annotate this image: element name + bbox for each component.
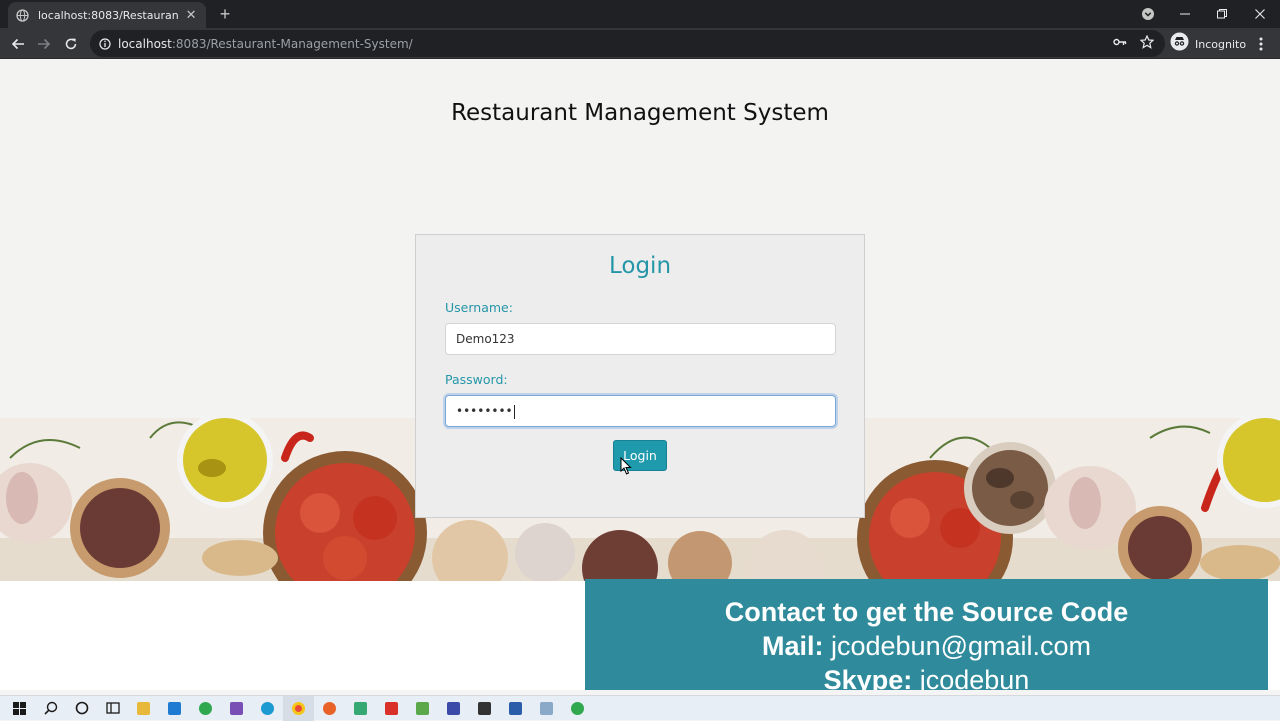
login-form: Login Username: Demo123 Password: ••••••… [415,234,865,518]
page-title: Restaurant Management System [451,100,829,126]
tab-search-icon[interactable] [1137,4,1159,24]
slack-icon[interactable] [345,696,376,721]
tab-close-icon[interactable]: ✕ [184,8,198,22]
app-icon[interactable] [438,696,469,721]
star-icon[interactable] [1139,34,1155,50]
contact-skype: Skype: jcodebun [823,665,1030,690]
new-tab-button[interactable]: + [216,5,234,23]
text-caret [513,404,515,419]
cortana-icon[interactable] [66,696,97,721]
restore-icon[interactable] [1211,4,1233,24]
tab-title: localhost:8083/Restaurant-Mana [38,8,179,22]
reload-icon[interactable] [60,33,82,55]
browser-toolbar: localhost:8083/Restaurant-Management-Sys… [0,28,1280,59]
edge-icon[interactable] [252,696,283,721]
kebab-menu-icon[interactable] [1252,34,1270,54]
app-icon[interactable] [531,696,562,721]
app-icon[interactable] [376,696,407,721]
password-label: Password: [445,372,508,387]
back-icon[interactable] [7,33,29,55]
username-label: Username: [445,300,513,315]
page-viewport: Restaurant Management System Login Usern… [0,60,1280,690]
password-value: •••••••• [456,404,513,418]
address-bar[interactable]: localhost:8083/Restaurant-Management-Sys… [90,30,1165,57]
contact-title: Contact to get the Source Code [724,597,1129,627]
browser-titlebar: localhost:8083/Restaurant-Mana ✕ + [0,0,1280,28]
info-icon[interactable] [99,37,111,50]
url-text: localhost:8083/Restaurant-Management-Sys… [118,36,413,51]
mouse-pointer-icon [620,457,632,475]
file-explorer-icon[interactable] [128,696,159,721]
firefox-icon[interactable] [314,696,345,721]
app-icon[interactable] [469,696,500,721]
incognito-icon [1170,32,1189,56]
search-icon[interactable] [35,696,66,721]
globe-icon [16,8,29,22]
forward-icon[interactable] [33,33,55,55]
username-value: Demo123 [456,332,515,346]
visual-studio-icon[interactable] [221,696,252,721]
minimize-icon[interactable] [1174,4,1196,24]
task-view-icon[interactable] [97,696,128,721]
incognito-label: Incognito [1195,37,1247,51]
app-icon[interactable] [407,696,438,721]
app-icon[interactable] [190,696,221,721]
password-input[interactable]: •••••••• [445,395,836,427]
close-window-icon[interactable] [1249,4,1271,24]
login-heading: Login [608,253,672,279]
contact-banner: Contact to get the Source Code Mail: jco… [585,579,1268,690]
windows-start-icon[interactable] [4,696,35,721]
chrome-icon[interactable] [283,695,314,721]
windows-taskbar [0,695,1280,721]
app-icon[interactable] [562,696,593,721]
incognito-indicator[interactable]: Incognito [1170,32,1247,56]
key-icon[interactable] [1112,34,1128,50]
contact-mail: Mail: jcodebun@gmail.com [761,631,1092,661]
username-input[interactable]: Demo123 [445,323,836,355]
app-icon[interactable] [500,696,531,721]
vscode-icon[interactable] [159,696,190,721]
browser-tab[interactable]: localhost:8083/Restaurant-Mana ✕ [8,2,206,28]
